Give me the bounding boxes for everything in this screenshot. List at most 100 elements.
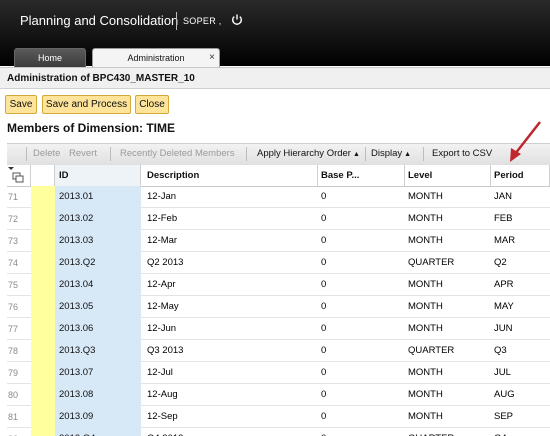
table-row[interactable]: 79 2013.07 12-Jul 0 MONTH JUL [7,362,550,384]
cell-period[interactable]: JAN [491,186,550,208]
cell-level[interactable]: MONTH [405,186,491,208]
cell-description[interactable]: Q3 2013 [141,340,318,362]
table-row[interactable]: 72 2013.02 12-Feb 0 MONTH FEB [7,208,550,230]
cell-period[interactable]: APR [491,274,550,296]
user-name[interactable]: SOPER , [183,16,222,26]
cell-period[interactable]: AUG [491,384,550,406]
cell-base-period[interactable]: 0 [318,340,405,362]
cell-period[interactable]: FEB [491,208,550,230]
column-header-base-period[interactable]: Base P... [318,165,405,186]
close-button[interactable]: Close [135,95,169,114]
delete-button[interactable]: Delete [33,148,60,159]
cell-id[interactable]: 2013.09 [55,406,141,428]
cell-period[interactable]: MAY [491,296,550,318]
cell-description[interactable]: 12-Feb [141,208,318,230]
row-selector[interactable] [31,296,55,318]
cell-period[interactable]: Q2 [491,252,550,274]
table-row[interactable]: 80 2013.08 12-Aug 0 MONTH AUG [7,384,550,406]
column-header-level[interactable]: Level [405,165,491,186]
cell-period[interactable]: JUL [491,362,550,384]
tab-home[interactable]: Home [14,48,86,68]
cell-period[interactable]: Q3 [491,340,550,362]
row-selector[interactable] [31,274,55,296]
row-selector[interactable] [31,252,55,274]
row-selector[interactable] [31,208,55,230]
close-tab-icon[interactable]: × [209,48,215,67]
table-row[interactable]: 75 2013.04 12-Apr 0 MONTH APR [7,274,550,296]
cell-level[interactable]: MONTH [405,274,491,296]
row-selector[interactable] [31,340,55,362]
cell-base-period[interactable]: 0 [318,252,405,274]
table-row[interactable]: 81 2013.09 12-Sep 0 MONTH SEP [7,406,550,428]
cell-id[interactable]: 2013.02 [55,208,141,230]
cell-description[interactable]: 12-Aug [141,384,318,406]
cell-id[interactable]: 2013.04 [55,274,141,296]
cell-id[interactable]: 2013.01 [55,186,141,208]
cell-base-period[interactable]: 0 [318,318,405,340]
apply-hierarchy-order-menu[interactable]: Apply Hierarchy Order ▲ [257,148,360,159]
cell-description[interactable]: 12-Jan [141,186,318,208]
export-to-csv-button[interactable]: Export to CSV [432,148,492,159]
save-and-process-button[interactable]: Save and Process [42,95,131,114]
cell-level[interactable]: MONTH [405,406,491,428]
table-row[interactable]: 78 2013.Q3 Q3 2013 0 QUARTER Q3 [7,340,550,362]
cell-period[interactable]: JUN [491,318,550,340]
display-menu[interactable]: Display ▲ [371,148,411,159]
cell-description[interactable]: 12-Mar [141,230,318,252]
tab-administration[interactable]: Administration × [92,48,220,68]
cell-description[interactable]: 12-Jun [141,318,318,340]
column-header-description[interactable]: Description [141,165,318,186]
cell-base-period[interactable]: 0 [318,428,405,436]
cell-id[interactable]: 2013.05 [55,296,141,318]
column-header-id[interactable]: ID [55,165,141,186]
cell-level[interactable]: QUARTER [405,252,491,274]
cell-level[interactable]: MONTH [405,384,491,406]
table-row[interactable]: 76 2013.05 12-May 0 MONTH MAY [7,296,550,318]
cell-level[interactable]: MONTH [405,230,491,252]
cell-description[interactable]: 12-May [141,296,318,318]
cell-base-period[interactable]: 0 [318,274,405,296]
power-icon[interactable] [230,13,244,27]
cell-id[interactable]: 2013.Q4 [55,428,141,436]
cell-id[interactable]: 2013.07 [55,362,141,384]
cell-description[interactable]: Q4 2013 [141,428,318,436]
cell-level[interactable]: QUARTER [405,340,491,362]
cell-level[interactable]: QUARTER [405,428,491,436]
cell-level[interactable]: MONTH [405,208,491,230]
cell-base-period[interactable]: 0 [318,230,405,252]
cell-level[interactable]: MONTH [405,296,491,318]
table-row[interactable]: 74 2013.Q2 Q2 2013 0 QUARTER Q2 [7,252,550,274]
table-row[interactable]: 71 2013.01 12-Jan 0 MONTH JAN [7,186,550,208]
cell-description[interactable]: 12-Apr [141,274,318,296]
cell-description[interactable]: 12-Sep [141,406,318,428]
table-row[interactable]: 82 2013.Q4Q4 20130QUARTERQ4 [7,428,550,436]
row-selector[interactable] [31,428,55,436]
recently-deleted-members-button[interactable]: Recently Deleted Members [120,148,235,159]
save-button[interactable]: Save [5,95,37,114]
row-selector[interactable] [31,318,55,340]
cell-id[interactable]: 2013.Q3 [55,340,141,362]
row-selector[interactable] [31,230,55,252]
cell-base-period[interactable]: 0 [318,384,405,406]
cell-id[interactable]: 2013.Q2 [55,252,141,274]
row-selector[interactable] [31,186,55,208]
cell-level[interactable]: MONTH [405,318,491,340]
cell-base-period[interactable]: 0 [318,296,405,318]
cell-id[interactable]: 2013.06 [55,318,141,340]
cell-period[interactable]: MAR [491,230,550,252]
cell-description[interactable]: 12-Jul [141,362,318,384]
cell-period[interactable]: Q4 [491,428,550,436]
cell-id[interactable]: 2013.03 [55,230,141,252]
cell-base-period[interactable]: 0 [318,406,405,428]
cell-id[interactable]: 2013.08 [55,384,141,406]
column-settings[interactable] [7,165,31,186]
table-row[interactable]: 73 2013.03 12-Mar 0 MONTH MAR [7,230,550,252]
cell-period[interactable]: SEP [491,406,550,428]
cell-description[interactable]: Q2 2013 [141,252,318,274]
revert-button[interactable]: Revert [69,148,97,159]
cell-base-period[interactable]: 0 [318,186,405,208]
table-row[interactable]: 77 2013.06 12-Jun 0 MONTH JUN [7,318,550,340]
row-selector[interactable] [31,384,55,406]
column-header-period[interactable]: Period [491,165,550,186]
cell-level[interactable]: MONTH [405,362,491,384]
